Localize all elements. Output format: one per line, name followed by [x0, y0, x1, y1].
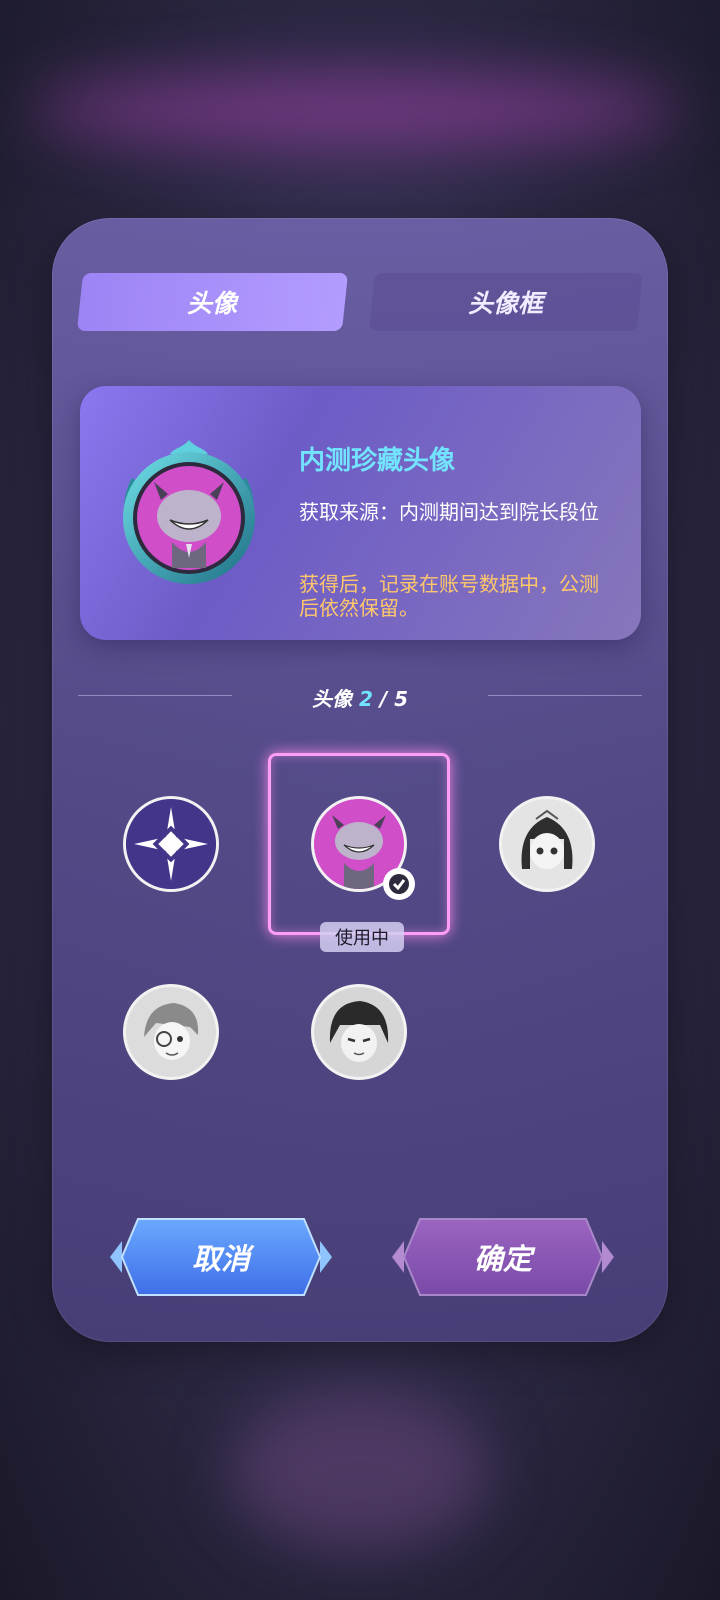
- star-emblem-avatar[interactable]: [123, 796, 219, 892]
- avatar-note-text: 获得后，记录在账号数据中，公测后依然保留。: [299, 572, 599, 620]
- tab-avatar-frame[interactable]: 头像框: [368, 273, 644, 331]
- monocle-boy-avatar[interactable]: [123, 984, 219, 1080]
- featured-avatar-badge: [112, 438, 266, 588]
- dark-hair-man-avatar[interactable]: [311, 984, 407, 1080]
- selected-check-icon: [383, 868, 415, 900]
- star-emblem-icon: [126, 799, 216, 889]
- avatar-title: 内测珍藏头像: [299, 446, 456, 476]
- avatar-source-text: 获取来源：内测期间达到院长段位: [299, 500, 599, 524]
- avatar-count-current: 2: [358, 687, 373, 711]
- cancel-button-label: 取消: [191, 1242, 250, 1276]
- cancel-button[interactable]: 取消: [108, 1213, 334, 1301]
- background-blur: [230, 1390, 490, 1550]
- avatar-count: 头像 2 / 5: [311, 687, 409, 711]
- background-glow: [30, 75, 680, 145]
- dark-hair-girl-avatar[interactable]: [499, 796, 595, 892]
- confirm-button-label: 确定: [473, 1242, 532, 1276]
- tab-avatar[interactable]: 头像: [76, 273, 349, 331]
- in-use-label: 使用中: [320, 922, 404, 952]
- confirm-button[interactable]: 确定: [390, 1213, 616, 1301]
